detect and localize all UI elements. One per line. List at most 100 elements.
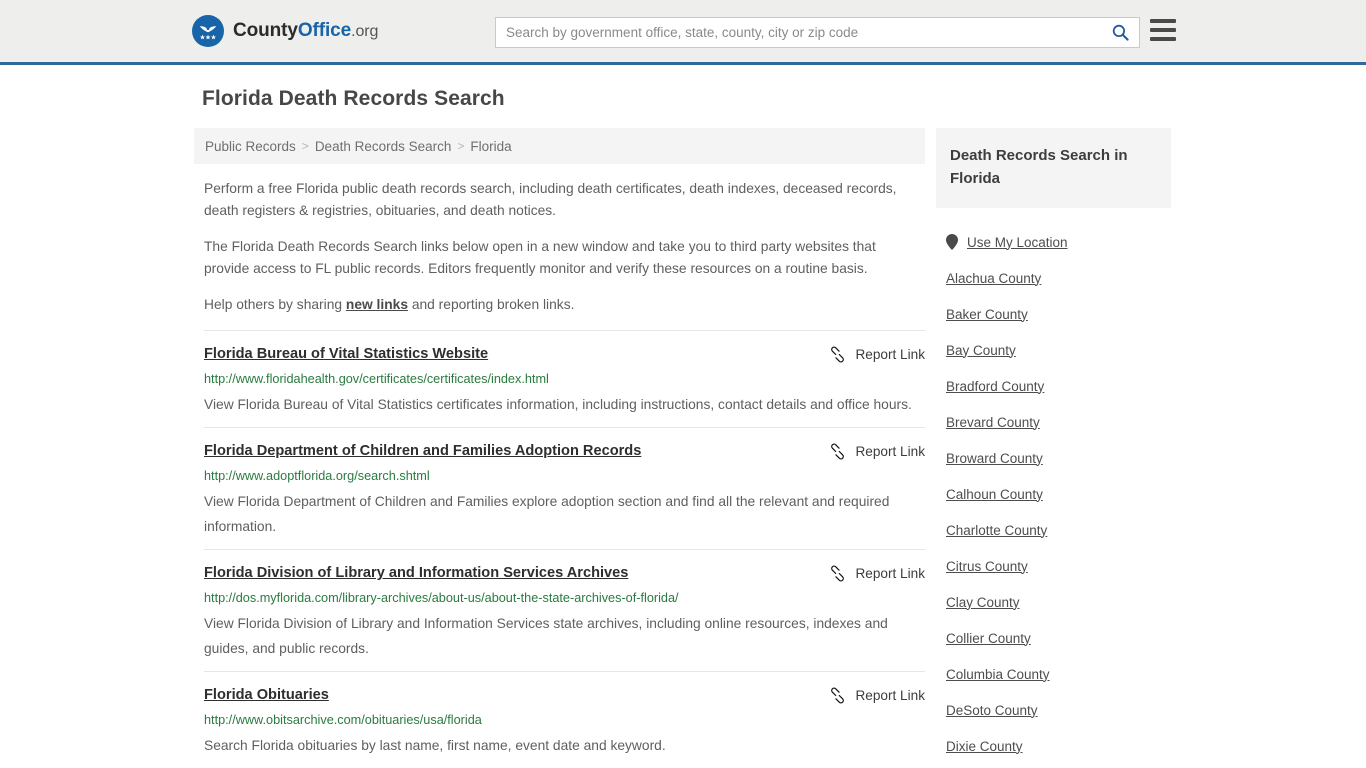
hamburger-bar — [1150, 19, 1176, 23]
broken-link-icon — [831, 443, 845, 460]
site-logo-text: CountyOffice.org — [233, 20, 378, 42]
sidebar-item-county[interactable]: Dixie County — [946, 728, 1171, 764]
sidebar-links-list: Use My Location Alachua County Baker Cou… — [936, 224, 1171, 768]
sidebar-item-county[interactable]: Charlotte County — [946, 512, 1171, 548]
sidebar: Death Records Search in Florida Use My L… — [936, 128, 1171, 768]
content-columns: Public Records > Death Records Search > … — [194, 128, 1366, 768]
main-column: Public Records > Death Records Search > … — [194, 128, 925, 768]
county-link[interactable]: Dixie County — [946, 739, 1023, 754]
result-header: Florida Division of Library and Informat… — [204, 564, 925, 583]
result-description: View Florida Division of Library and Inf… — [204, 616, 888, 656]
sidebar-item-county[interactable]: Clay County — [946, 584, 1171, 620]
intro-paragraph-1: Perform a free Florida public death reco… — [204, 181, 897, 218]
report-link-button[interactable]: Report Link — [829, 564, 925, 582]
hamburger-bar — [1150, 28, 1176, 32]
report-link-button[interactable]: Report Link — [829, 686, 925, 704]
sidebar-item-use-my-location[interactable]: Use My Location — [946, 224, 1171, 260]
result-title-link[interactable]: Florida Obituaries — [204, 686, 329, 705]
result-item: Florida Bureau of Vital Statistics Websi… — [204, 330, 925, 427]
result-item: Florida Department of Children and Famil… — [204, 427, 925, 549]
county-link[interactable]: Charlotte County — [946, 523, 1047, 538]
logo-text-county: County — [233, 20, 298, 41]
result-url: http://dos.myflorida.com/library-archive… — [204, 591, 679, 605]
county-link[interactable]: Bradford County — [946, 379, 1044, 394]
search-button[interactable] — [1101, 18, 1139, 47]
report-link-button[interactable]: Report Link — [829, 442, 925, 460]
search-bar — [495, 17, 1140, 48]
eagle-seal-icon — [192, 15, 224, 47]
sidebar-item-county[interactable]: Calhoun County — [946, 476, 1171, 512]
sidebar-item-county[interactable]: Bradford County — [946, 368, 1171, 404]
use-my-location-link[interactable]: Use My Location — [967, 235, 1068, 250]
county-link[interactable]: Columbia County — [946, 667, 1050, 682]
county-link[interactable]: Citrus County — [946, 559, 1028, 574]
result-description: View Florida Department of Children and … — [204, 494, 890, 534]
breadcrumb-separator: > — [457, 139, 465, 153]
sidebar-item-county[interactable]: Broward County — [946, 440, 1171, 476]
sidebar-item-county[interactable]: Duval County — [946, 764, 1171, 768]
county-link[interactable]: Baker County — [946, 307, 1028, 322]
sidebar-item-county[interactable]: Baker County — [946, 296, 1171, 332]
broken-link-icon — [831, 565, 845, 582]
result-url: http://www.floridahealth.gov/certificate… — [204, 372, 549, 386]
result-title-link[interactable]: Florida Division of Library and Informat… — [204, 564, 628, 583]
county-link[interactable]: DeSoto County — [946, 703, 1038, 718]
intro-p3-prefix: Help others by sharing — [204, 297, 346, 312]
sidebar-item-county[interactable]: Citrus County — [946, 548, 1171, 584]
intro-text: Perform a free Florida public death reco… — [204, 178, 916, 316]
map-pin-icon — [946, 234, 958, 250]
county-link[interactable]: Alachua County — [946, 271, 1041, 286]
result-title-link[interactable]: Florida Bureau of Vital Statistics Websi… — [204, 345, 488, 364]
result-url: http://www.obitsarchive.com/obituaries/u… — [204, 713, 482, 727]
sidebar-item-county[interactable]: DeSoto County — [946, 692, 1171, 728]
result-header: Florida Department of Children and Famil… — [204, 442, 925, 461]
site-logo[interactable]: CountyOffice.org — [192, 15, 378, 47]
breadcrumb: Public Records > Death Records Search > … — [194, 128, 925, 164]
result-item: Florida Obituaries Report Link http://ww… — [204, 671, 925, 768]
sidebar-item-county[interactable]: Brevard County — [946, 404, 1171, 440]
sidebar-item-county[interactable]: Collier County — [946, 620, 1171, 656]
search-icon — [1112, 24, 1129, 41]
intro-p3-suffix: and reporting broken links. — [408, 297, 575, 312]
result-description: View Florida Bureau of Vital Statistics … — [204, 397, 912, 412]
report-link-label: Report Link — [855, 688, 925, 703]
logo-text-tld: .org — [351, 23, 379, 40]
broken-link-icon — [831, 687, 845, 704]
result-header: Florida Bureau of Vital Statistics Websi… — [204, 345, 925, 364]
result-url: http://www.adoptflorida.org/search.shtml — [204, 469, 430, 483]
page-title: Florida Death Records Search — [202, 87, 505, 110]
report-link-label: Report Link — [855, 347, 925, 362]
site-header: CountyOffice.org — [0, 0, 1366, 65]
hamburger-bar — [1150, 37, 1176, 41]
report-link-button[interactable]: Report Link — [829, 345, 925, 363]
broken-link-icon — [831, 346, 845, 363]
result-item: Florida Division of Library and Informat… — [204, 549, 925, 671]
result-description: Search Florida obituaries by last name, … — [204, 738, 666, 753]
breadcrumb-item-public-records[interactable]: Public Records — [205, 139, 296, 154]
report-link-label: Report Link — [855, 444, 925, 459]
county-link[interactable]: Bay County — [946, 343, 1016, 358]
county-link[interactable]: Calhoun County — [946, 487, 1043, 502]
county-link[interactable]: Brevard County — [946, 415, 1040, 430]
sidebar-title: Death Records Search in Florida — [950, 147, 1128, 187]
result-title-link[interactable]: Florida Department of Children and Famil… — [204, 442, 641, 461]
sidebar-item-county[interactable]: Alachua County — [946, 260, 1171, 296]
search-input[interactable] — [496, 18, 1101, 47]
new-links-link[interactable]: new links — [346, 297, 408, 312]
intro-paragraph-3: Help others by sharing new links and rep… — [204, 294, 916, 316]
logo-text-office: Office — [297, 20, 352, 41]
report-link-label: Report Link — [855, 566, 925, 581]
breadcrumb-item-death-records-search[interactable]: Death Records Search — [315, 139, 452, 154]
result-header: Florida Obituaries Report Link — [204, 686, 925, 705]
hamburger-menu-icon[interactable] — [1150, 19, 1176, 41]
page-body: Florida Death Records Search Public Reco… — [0, 87, 1366, 768]
county-link[interactable]: Clay County — [946, 595, 1020, 610]
intro-paragraph-2: The Florida Death Records Search links b… — [204, 239, 876, 276]
sidebar-item-county[interactable]: Columbia County — [946, 656, 1171, 692]
breadcrumb-separator: > — [301, 139, 309, 153]
results-list: Florida Bureau of Vital Statistics Websi… — [204, 330, 925, 768]
sidebar-item-county[interactable]: Bay County — [946, 332, 1171, 368]
sidebar-header-box: Death Records Search in Florida — [936, 128, 1171, 208]
county-link[interactable]: Collier County — [946, 631, 1031, 646]
county-link[interactable]: Broward County — [946, 451, 1043, 466]
